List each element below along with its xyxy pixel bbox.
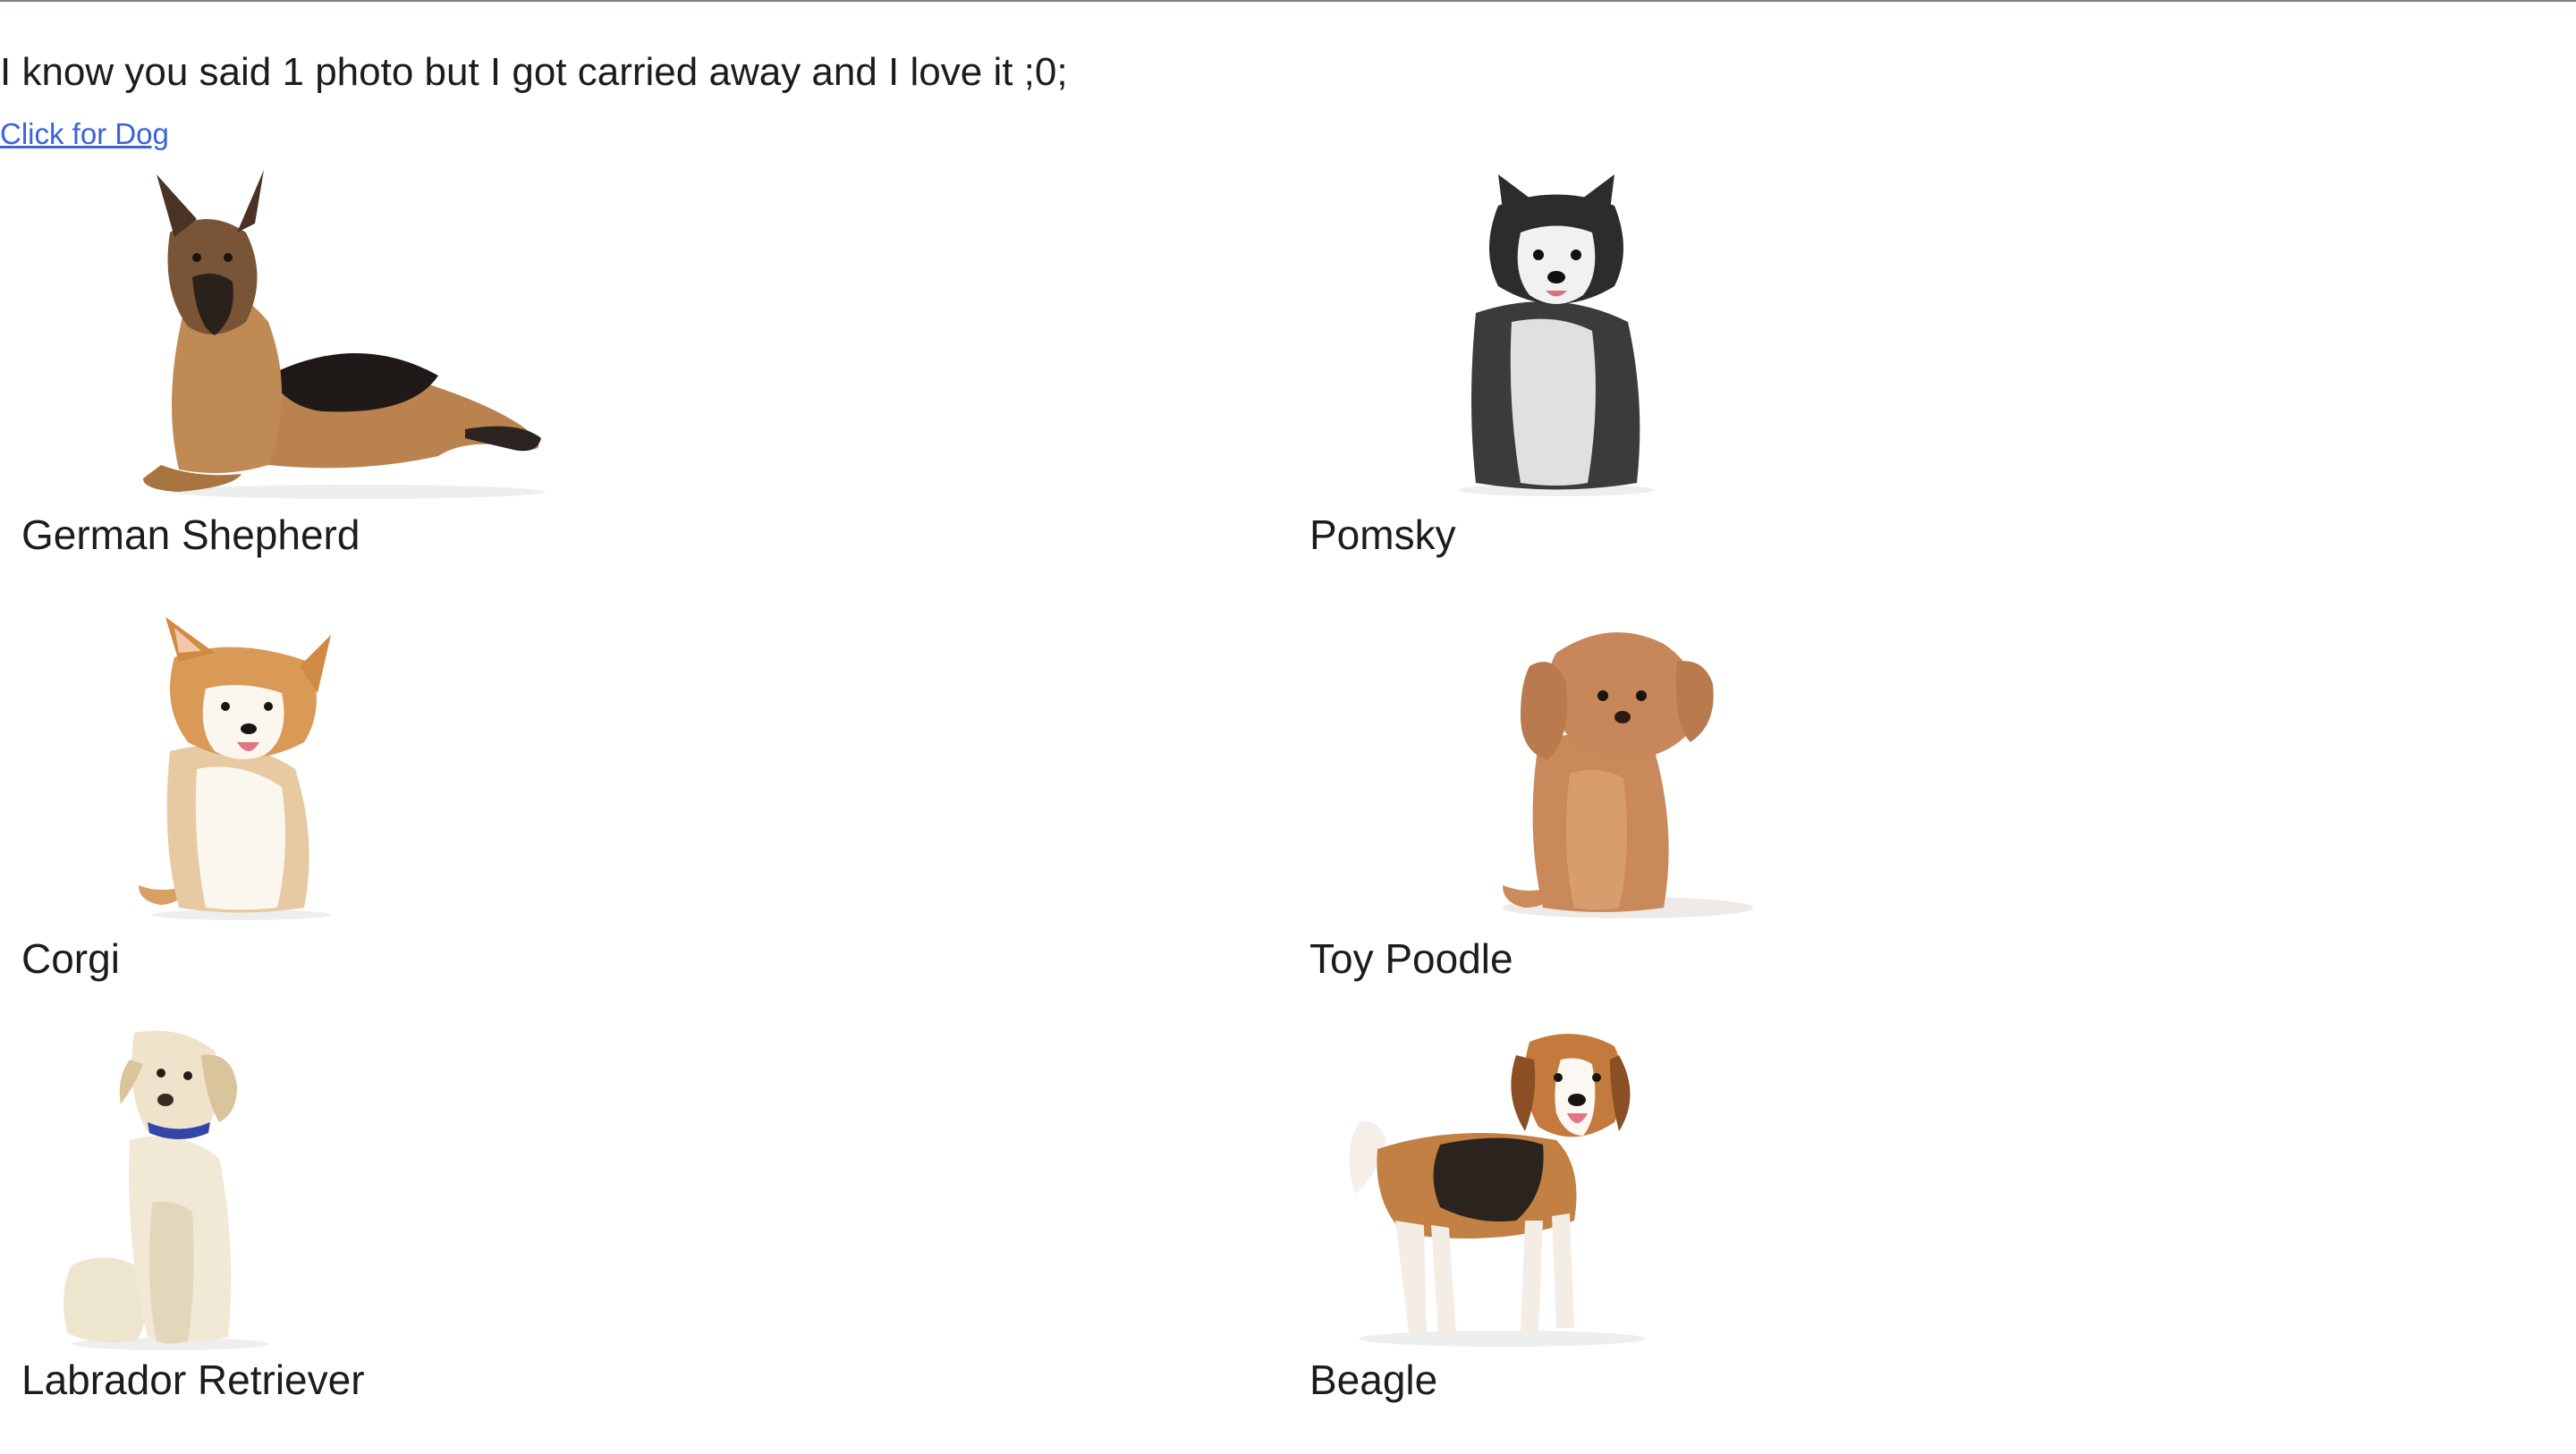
- toy-poodle-photo: [1503, 632, 1753, 918]
- dog-card-labrador-retriever: Labrador Retriever: [0, 1024, 1252, 1417]
- dog-name-pomsky: Pomsky: [1309, 511, 1456, 558]
- dog-name-corgi: Corgi: [21, 935, 120, 982]
- dog-card-corgi: Corgi: [0, 617, 1252, 1010]
- page-heading: I know you said 1 photo but I got carrie…: [0, 50, 1068, 94]
- beagle-photo: [1349, 1034, 1646, 1347]
- dog-card-toy-poodle: Toy Poodle: [1288, 617, 2540, 1010]
- corgi-photo: [139, 617, 331, 920]
- german-shepherd-photo: [143, 170, 546, 499]
- pomsky-photo: [1458, 174, 1655, 496]
- dog-name-german-shepherd: German Shepherd: [21, 511, 360, 558]
- labrador-retriever-photo: [64, 1030, 268, 1350]
- dog-name-toy-poodle: Toy Poodle: [1309, 935, 1513, 982]
- click-for-dog-link[interactable]: Click for Dog: [0, 114, 169, 154]
- dog-name-labrador-retriever: Labrador Retriever: [21, 1357, 365, 1403]
- top-divider: [0, 0, 2576, 2]
- dog-name-beagle: Beagle: [1309, 1357, 1438, 1403]
- dog-card-german-shepherd: German Shepherd: [0, 170, 1252, 581]
- dog-card-beagle: Beagle: [1288, 1024, 2540, 1417]
- dog-card-pomsky: Pomsky: [1288, 170, 2540, 581]
